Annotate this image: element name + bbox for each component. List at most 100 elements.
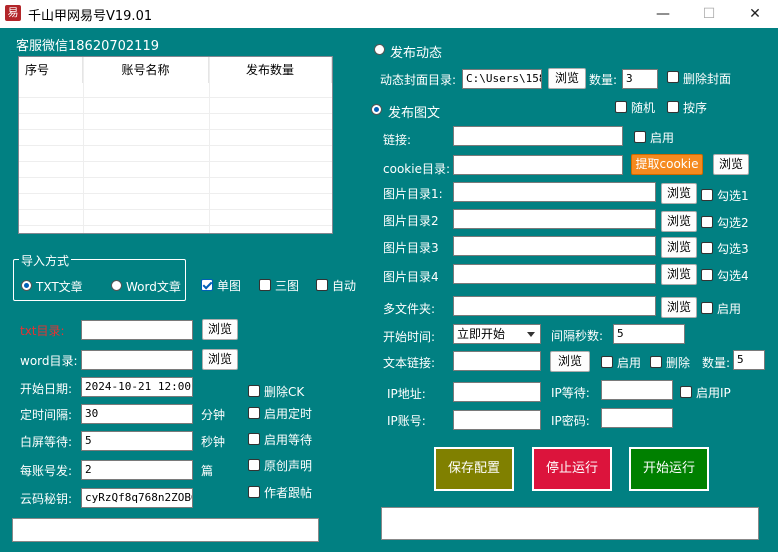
column-header-account[interactable]: 账号名称 bbox=[83, 57, 209, 83]
random-checkbox[interactable] bbox=[615, 101, 627, 113]
image-dir-1-input[interactable] bbox=[453, 182, 656, 202]
image-dir-3-checkbox[interactable] bbox=[701, 242, 713, 254]
delete-cover-label: 删除封面 bbox=[683, 72, 732, 86]
multi-folder-enable-checkbox[interactable] bbox=[701, 302, 713, 314]
cover-browse-button[interactable]: 浏览 bbox=[548, 68, 586, 89]
interval-input[interactable]: 30 bbox=[81, 404, 193, 424]
minimize-button[interactable]: — bbox=[640, 0, 686, 28]
post-image-text-label: 发布图文 bbox=[388, 106, 441, 121]
link-input[interactable] bbox=[453, 126, 623, 146]
three-image-label: 三图 bbox=[275, 279, 300, 293]
txt-radio[interactable] bbox=[21, 280, 32, 291]
auto-image-checkbox[interactable] bbox=[316, 279, 328, 291]
image-dir-4-input[interactable] bbox=[453, 264, 656, 284]
word-radio[interactable] bbox=[111, 280, 122, 291]
text-link-label: 文本链接: bbox=[383, 356, 436, 370]
image-dir-2-label: 图片目录2 bbox=[383, 214, 439, 228]
enable-ip-checkbox[interactable] bbox=[680, 386, 692, 398]
left-status-box bbox=[12, 518, 319, 542]
word-dir-input[interactable] bbox=[81, 350, 193, 370]
original-declaration-checkbox[interactable] bbox=[248, 459, 260, 471]
main-window: 易 千山甲网易号V19.01 — ☐ ✕ 客服微信18620702119 序号 … bbox=[0, 0, 778, 552]
table-row bbox=[19, 209, 332, 210]
maximize-button[interactable]: ☐ bbox=[686, 0, 732, 28]
link-enable-checkbox[interactable] bbox=[634, 131, 646, 143]
image-dir-3-check-label: 勾选3 bbox=[717, 242, 749, 256]
post-dynamic-label: 发布动态 bbox=[390, 46, 443, 61]
image-dir-3-browse-button[interactable]: 浏览 bbox=[661, 237, 697, 258]
single-image-checkbox[interactable] bbox=[201, 279, 213, 291]
image-dir-1-browse-button[interactable]: 浏览 bbox=[661, 183, 697, 204]
image-dir-4-label: 图片目录4 bbox=[383, 270, 439, 284]
per-account-input[interactable]: 2 bbox=[81, 460, 193, 480]
word-radio-label: Word文章 bbox=[126, 280, 181, 294]
whitescreen-input[interactable]: 5 bbox=[81, 431, 193, 451]
column-header-count[interactable]: 发布数量 bbox=[209, 57, 332, 83]
author-follow-checkbox[interactable] bbox=[248, 486, 260, 498]
stop-run-button[interactable]: 停止运行 bbox=[532, 447, 612, 491]
sequential-label: 按序 bbox=[683, 101, 708, 115]
start-time-select[interactable]: 立即开始 bbox=[453, 324, 541, 344]
text-link-enable-checkbox[interactable] bbox=[601, 356, 613, 368]
image-dir-2-checkbox[interactable] bbox=[701, 216, 713, 228]
three-image-checkbox[interactable] bbox=[259, 279, 271, 291]
account-table[interactable]: 序号 账号名称 发布数量 bbox=[18, 56, 333, 234]
text-link-count-label: 数量: bbox=[702, 356, 731, 370]
text-link-input[interactable] bbox=[453, 351, 541, 371]
image-dir-1-checkbox[interactable] bbox=[701, 189, 713, 201]
ip-account-input[interactable] bbox=[453, 410, 541, 430]
ip-address-input[interactable] bbox=[453, 382, 541, 402]
captcha-key-input[interactable]: cyRzQf8q768n2ZOBGs bbox=[81, 488, 193, 508]
cookie-dir-input[interactable] bbox=[453, 155, 623, 175]
text-link-browse-button[interactable]: 浏览 bbox=[550, 351, 590, 372]
word-browse-button[interactable]: 浏览 bbox=[202, 349, 238, 370]
cover-dir-input[interactable]: C:\Users\158 bbox=[462, 69, 542, 89]
per-account-unit: 篇 bbox=[201, 464, 214, 478]
image-dir-2-input[interactable] bbox=[453, 209, 656, 229]
word-dir-label: word目录: bbox=[20, 354, 78, 368]
enable-wait-checkbox[interactable] bbox=[248, 433, 260, 445]
image-dir-3-input[interactable] bbox=[453, 236, 656, 256]
interval-seconds-label: 间隔秒数: bbox=[551, 329, 604, 343]
close-button[interactable]: ✕ bbox=[732, 0, 778, 28]
text-link-delete-checkbox[interactable] bbox=[650, 356, 662, 368]
txt-dir-input[interactable] bbox=[81, 320, 193, 340]
enable-timer-checkbox[interactable] bbox=[248, 407, 260, 419]
ip-wait-input[interactable] bbox=[601, 380, 673, 400]
extract-cookie-button[interactable]: 提取cookie bbox=[631, 154, 703, 175]
interval-unit: 分钟 bbox=[201, 408, 226, 422]
count-input[interactable]: 3 bbox=[622, 69, 658, 89]
cookie-dir-label: cookie目录: bbox=[383, 162, 450, 176]
table-row bbox=[19, 161, 332, 162]
txt-browse-button[interactable]: 浏览 bbox=[202, 319, 238, 340]
column-header-index[interactable]: 序号 bbox=[25, 57, 83, 83]
start-date-input[interactable]: 2024-10-21 12:00 bbox=[81, 377, 193, 397]
interval-seconds-input[interactable]: 5 bbox=[613, 324, 685, 344]
table-row bbox=[19, 225, 332, 226]
start-date-label: 开始日期: bbox=[20, 382, 73, 396]
image-dir-4-browse-button[interactable]: 浏览 bbox=[661, 264, 697, 285]
start-time-label: 开始时间: bbox=[383, 330, 436, 344]
delete-cover-checkbox[interactable] bbox=[667, 71, 679, 83]
post-dynamic-radio[interactable] bbox=[374, 44, 385, 55]
multi-folder-input[interactable] bbox=[453, 296, 656, 316]
sequential-checkbox[interactable] bbox=[667, 101, 679, 113]
image-dir-2-browse-button[interactable]: 浏览 bbox=[661, 211, 697, 232]
text-link-count-input[interactable]: 5 bbox=[733, 350, 765, 370]
table-row bbox=[19, 193, 332, 194]
image-dir-2-check-label: 勾选2 bbox=[717, 216, 749, 230]
multi-folder-enable-label: 启用 bbox=[717, 302, 742, 316]
table-header: 序号 账号名称 发布数量 bbox=[19, 57, 332, 83]
cookie-browse-button[interactable]: 浏览 bbox=[713, 154, 749, 175]
txt-dir-label: txt目录: bbox=[20, 324, 65, 338]
post-image-text-radio[interactable] bbox=[371, 104, 382, 115]
delete-ck-checkbox[interactable] bbox=[248, 385, 260, 397]
ip-password-input[interactable] bbox=[601, 408, 673, 428]
random-label: 随机 bbox=[631, 101, 656, 115]
author-follow-label: 作者跟帖 bbox=[264, 486, 313, 500]
cover-dir-label: 动态封面目录: bbox=[380, 73, 457, 87]
image-dir-4-checkbox[interactable] bbox=[701, 269, 713, 281]
multi-folder-browse-button[interactable]: 浏览 bbox=[661, 297, 697, 318]
save-config-button[interactable]: 保存配置 bbox=[434, 447, 514, 491]
start-run-button[interactable]: 开始运行 bbox=[629, 447, 709, 491]
